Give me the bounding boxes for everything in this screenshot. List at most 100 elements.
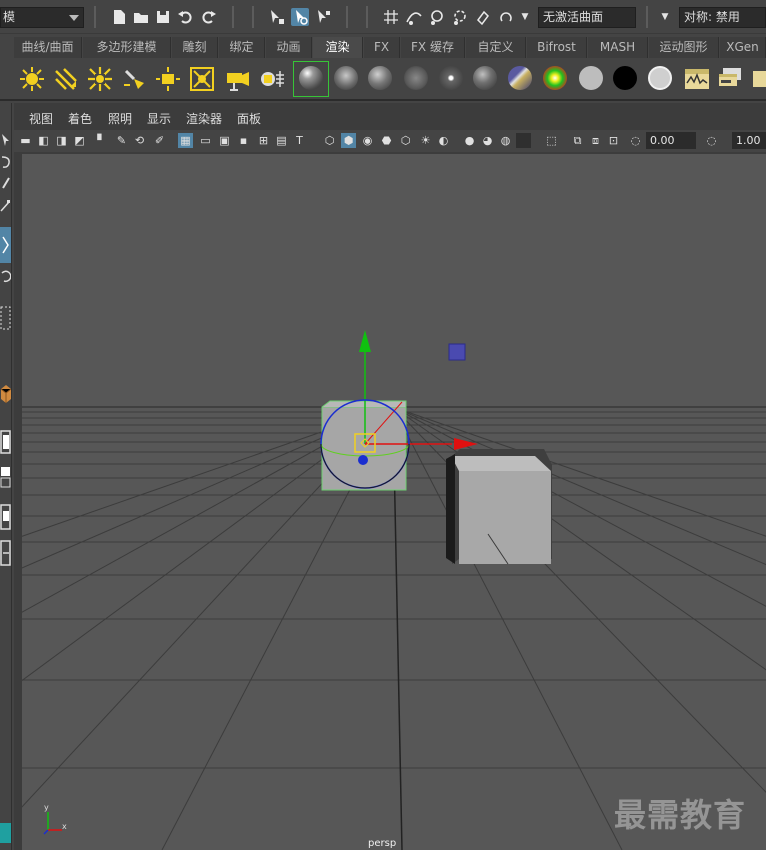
layered-shader-icon[interactable]: [508, 66, 532, 90]
symmetry-field[interactable]: 对称: 禁用: [679, 7, 766, 28]
safe-action-icon[interactable]: ▤: [274, 133, 289, 148]
perspective-viewport[interactable]: y x persp 最需教育: [22, 154, 766, 850]
spot-light-icon[interactable]: [86, 65, 114, 93]
redo-icon[interactable]: [200, 8, 218, 26]
snap-live-icon[interactable]: [474, 8, 492, 26]
move-y-arrow[interactable]: [359, 330, 371, 352]
menu-set-select[interactable]: 模: [0, 7, 84, 28]
tab-fx-caching[interactable]: FX 缓存: [401, 37, 465, 58]
light-gray-sphere-icon[interactable]: [648, 66, 672, 90]
paint-select-icon[interactable]: [0, 177, 11, 194]
snap-view-plane-icon[interactable]: [451, 8, 469, 26]
exposure-icon[interactable]: ◌: [628, 133, 643, 148]
tab-poly-modeling[interactable]: 多边形建模: [83, 37, 171, 58]
smooth-shade-icon[interactable]: ⬢: [341, 133, 356, 148]
persp-graph-layout-icon[interactable]: [0, 539, 11, 567]
last-tool-icon[interactable]: [0, 303, 11, 333]
move-plane-handle[interactable]: [358, 455, 368, 465]
tab-motion-graphics[interactable]: 运动图形: [649, 37, 719, 58]
ramp-shader-icon[interactable]: [543, 66, 567, 90]
move-x-arrow[interactable]: [454, 438, 478, 450]
xray-icon[interactable]: ⧉: [570, 133, 585, 148]
menu-view[interactable]: 视图: [29, 110, 53, 128]
unselected-cube[interactable]: [446, 449, 552, 565]
object-cube-icon[interactable]: [0, 383, 12, 407]
menu-shading[interactable]: 着色: [68, 110, 92, 128]
surface-shader-icon[interactable]: [473, 66, 497, 90]
gate-mask-icon[interactable]: ▪: [236, 133, 251, 148]
chevron-down-icon[interactable]: ▼: [520, 8, 530, 26]
select-component-icon[interactable]: [315, 8, 333, 26]
four-view-layout-icon[interactable]: [0, 465, 11, 489]
lambert-sphere-icon[interactable]: [334, 66, 358, 90]
tab-fx[interactable]: FX: [364, 37, 400, 58]
camera-attributes-icon[interactable]: ◧: [36, 133, 51, 148]
menu-panels[interactable]: 面板: [237, 110, 261, 128]
gamma-field[interactable]: 1.00: [732, 132, 766, 149]
snap-point-icon[interactable]: [428, 8, 446, 26]
single-perspective-layout-icon[interactable]: [0, 429, 11, 455]
save-scene-icon[interactable]: [154, 8, 172, 26]
shelf-more-icon[interactable]: [752, 65, 766, 93]
lasso-tool-icon[interactable]: [0, 155, 11, 172]
snap-surface-icon[interactable]: [498, 8, 516, 26]
shadows-icon[interactable]: ◐: [436, 133, 451, 148]
live-surface-field[interactable]: 无激活曲面: [538, 7, 636, 28]
open-scene-icon[interactable]: [132, 8, 150, 26]
white-sphere-icon[interactable]: [579, 66, 603, 90]
black-sphere-icon[interactable]: [613, 66, 637, 90]
move-tool-icon[interactable]: [0, 227, 11, 263]
2d-pan-zoom-icon[interactable]: ▘: [94, 133, 109, 148]
isolate-select-icon[interactable]: ⬚: [544, 133, 559, 148]
tab-animation[interactable]: 动画: [266, 37, 312, 58]
menu-renderer[interactable]: 渲染器: [186, 110, 222, 128]
light-locator[interactable]: [448, 343, 466, 361]
camera-tumble-icon[interactable]: ⟲: [132, 133, 147, 148]
xray-active-icon[interactable]: ⧈: [588, 133, 603, 148]
depth-of-field-icon[interactable]: [516, 133, 531, 148]
area-light-icon[interactable]: [120, 65, 148, 93]
menu-lighting[interactable]: 照明: [108, 110, 132, 128]
select-object-icon[interactable]: [291, 8, 309, 26]
phong-sphere-icon[interactable]: [368, 66, 392, 90]
wireframe-on-shaded-icon[interactable]: ◉: [360, 133, 375, 148]
field-chart-icon[interactable]: ⊞: [256, 133, 271, 148]
tab-xgen[interactable]: XGen: [720, 37, 766, 58]
menu-show[interactable]: 显示: [147, 110, 171, 128]
directional-light-icon[interactable]: [52, 65, 80, 93]
camera-icon[interactable]: [224, 65, 252, 93]
tab-curves-surfaces[interactable]: 曲线/曲面: [14, 37, 82, 58]
point-light-icon[interactable]: [18, 65, 46, 93]
xray-joints-icon[interactable]: ⊡: [606, 133, 621, 148]
new-scene-icon[interactable]: [110, 8, 128, 26]
select-tool-icon[interactable]: [0, 133, 11, 150]
motion-blur-icon[interactable]: ◕: [480, 133, 495, 148]
snap-curve-icon[interactable]: [405, 8, 423, 26]
phonge-sphere-icon[interactable]: [404, 66, 428, 90]
gamma-icon[interactable]: ◌: [704, 133, 719, 148]
undo-icon[interactable]: [176, 8, 194, 26]
use-all-lights-icon[interactable]: ⬣: [379, 133, 394, 148]
tab-sculpting[interactable]: 雕刻: [172, 37, 218, 58]
tab-rigging[interactable]: 绑定: [219, 37, 265, 58]
anisotropic-sphere-icon[interactable]: [439, 66, 463, 90]
volume-light-icon[interactable]: [154, 65, 182, 93]
select-hierarchy-icon[interactable]: [268, 8, 286, 26]
chevron-down-icon[interactable]: ▼: [660, 8, 670, 26]
toolbox-bottom-icon[interactable]: [0, 823, 11, 843]
blinn-sphere-icon[interactable]: [299, 66, 323, 90]
scale-tool-icon[interactable]: [0, 199, 11, 216]
rotate-tool-icon[interactable]: [0, 269, 12, 286]
lights-icon[interactable]: ☀: [418, 133, 433, 148]
exposure-field[interactable]: 0.00: [646, 132, 696, 149]
ambient-occlusion-icon[interactable]: ●: [462, 133, 477, 148]
persp-outliner-layout-icon[interactable]: [0, 503, 11, 531]
anti-aliasing-icon[interactable]: ◍: [498, 133, 513, 148]
film-gate-icon[interactable]: ▭: [198, 133, 213, 148]
pencil-icon[interactable]: ✐: [152, 133, 167, 148]
image-plane-icon[interactable]: ◩: [72, 133, 87, 148]
ambient-light-icon[interactable]: [188, 65, 216, 93]
grease-pencil-icon[interactable]: ✎: [114, 133, 129, 148]
select-camera-icon[interactable]: ▬: [18, 133, 33, 148]
resolution-gate-icon[interactable]: ▣: [217, 133, 232, 148]
